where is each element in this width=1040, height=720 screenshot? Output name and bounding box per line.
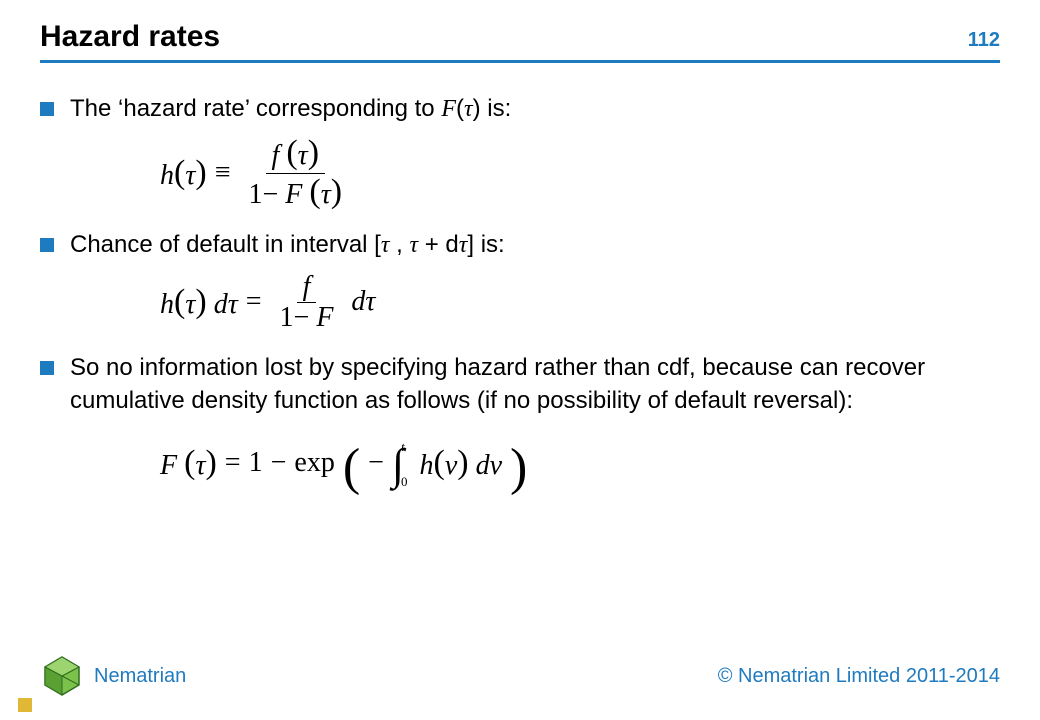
math-big-f: F: [160, 450, 177, 481]
math-minus: −: [262, 179, 278, 210]
math-minus: −: [271, 448, 287, 479]
math-lparen: (: [434, 444, 445, 481]
bullet-text: So no information lost by specifying haz…: [70, 352, 1000, 417]
math-var-tau: τ: [464, 96, 473, 122]
text-fragment: + d: [418, 231, 459, 258]
math-h: h: [160, 160, 174, 191]
bullet-text: Chance of default in interval [τ , τ + d…: [70, 229, 1000, 261]
math-rparen: ): [308, 134, 319, 171]
bullet-marker-icon: [40, 238, 54, 252]
math-tau: τ: [365, 286, 375, 317]
corner-marker-icon: [18, 698, 32, 712]
formula-default-probability: h(τ) dτ = f 1− F dτ: [160, 272, 1000, 335]
math-one: 1: [249, 448, 263, 479]
text-fragment: Chance of default in interval [: [70, 231, 381, 258]
math-tau: τ: [195, 450, 205, 481]
header: Hazard rates 112: [0, 0, 1040, 63]
fraction-numerator: f: [297, 272, 317, 304]
bullet-text: The ‘hazard rate’ corresponding to F(τ) …: [70, 93, 1000, 125]
brand-name: Nematrian: [94, 665, 186, 688]
formula-hazard-definition: h(τ) ≡ f (τ) 1− F (τ): [160, 135, 1000, 211]
math-lparen: (: [174, 283, 185, 320]
math-var-tau: τ: [409, 232, 418, 258]
bullet-marker-icon: [40, 102, 54, 116]
slide: Hazard rates 112 The ‘hazard rate’ corre…: [0, 0, 1040, 720]
math-fraction: f (τ) 1− F (τ): [242, 135, 348, 211]
math-big-f: F: [316, 302, 333, 333]
math-tau: τ: [321, 179, 331, 210]
math-d: d: [476, 450, 490, 481]
math-f: f: [303, 271, 311, 302]
math-rparen: ): [331, 173, 342, 210]
text-fragment: The ‘hazard rate’ corresponding to: [70, 95, 441, 122]
footer: Nematrian © Nematrian Limited 2011-2014: [40, 654, 1000, 698]
math-lparen: (: [174, 154, 185, 191]
text-fragment: is:: [481, 95, 512, 122]
math-lparen: (: [309, 173, 320, 210]
fraction-denominator: 1− F: [274, 303, 340, 334]
math-f: f: [272, 140, 280, 171]
math-one: 1: [280, 302, 294, 333]
footer-left: Nematrian: [40, 654, 186, 698]
formula-cdf-recovery: F (τ) = 1 − exp ( − ∫ t 0 h(ν) dν ): [160, 435, 1000, 492]
math-nu: ν: [490, 450, 502, 481]
math-big-f: F: [285, 179, 302, 210]
math-h: h: [160, 289, 174, 320]
math-var-f: F: [441, 96, 456, 122]
fraction-numerator: f (τ): [266, 135, 325, 173]
bullet-item: The ‘hazard rate’ corresponding to F(τ) …: [40, 93, 1000, 125]
math-rparen: ): [195, 283, 206, 320]
math-nu: ν: [445, 450, 457, 481]
text-fragment: ,: [389, 231, 409, 258]
content: The ‘hazard rate’ corresponding to F(τ) …: [0, 63, 1040, 492]
math-equiv: ≡: [215, 158, 231, 189]
math-h: h: [420, 450, 434, 481]
math-equals: =: [225, 448, 241, 479]
text-fragment: ): [473, 95, 481, 122]
math-exp: exp: [294, 448, 334, 479]
math-tau: τ: [228, 289, 238, 320]
copyright: © Nematrian Limited 2011-2014: [718, 665, 1000, 688]
math-big-lparen: (: [343, 439, 360, 496]
page-title: Hazard rates: [40, 20, 220, 54]
bullet-marker-icon: [40, 361, 54, 375]
text-fragment: ] is:: [467, 231, 504, 258]
math-neg: −: [368, 448, 384, 479]
math-rparen: ): [205, 444, 216, 481]
bullet-item: Chance of default in interval [τ , τ + d…: [40, 229, 1000, 261]
math-tau: τ: [185, 289, 195, 320]
logo-icon: [40, 654, 84, 698]
math-big-rparen: ): [510, 439, 527, 496]
math-lparen: (: [286, 134, 297, 171]
bullet-item: So no information lost by specifying haz…: [40, 352, 1000, 417]
math-lparen: (: [184, 444, 195, 481]
math-d: d: [214, 289, 228, 320]
integral-icon: ∫: [392, 450, 404, 481]
math-rparen: ): [195, 154, 206, 191]
math-rparen: ): [457, 444, 468, 481]
math-d: d: [351, 286, 365, 317]
math-tau: τ: [298, 140, 308, 171]
math-one: 1: [248, 179, 262, 210]
math-equals: =: [246, 287, 262, 318]
math-fraction: f 1− F: [274, 272, 340, 335]
fraction-denominator: 1− F (τ): [242, 174, 348, 211]
title-row: Hazard rates 112: [40, 20, 1000, 63]
math-tau: τ: [185, 160, 195, 191]
math-minus: −: [294, 302, 310, 333]
page-number: 112: [968, 29, 1000, 52]
math-integral: ∫ t 0: [392, 440, 412, 488]
text-fragment: (: [456, 95, 464, 122]
